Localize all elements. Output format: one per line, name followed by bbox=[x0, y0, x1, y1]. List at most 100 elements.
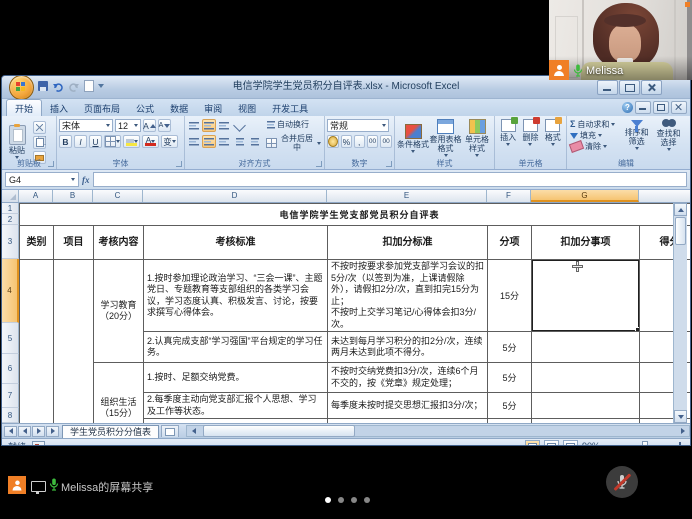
cell-category[interactable] bbox=[20, 260, 54, 424]
scroll-down-icon[interactable] bbox=[674, 410, 687, 423]
insert-function-icon[interactable]: fx bbox=[82, 175, 90, 185]
column-header-g[interactable]: G bbox=[531, 190, 639, 202]
office-button[interactable] bbox=[9, 75, 34, 100]
column-header-a[interactable]: A bbox=[19, 190, 53, 202]
header-criteria[interactable]: 考核标准 bbox=[144, 226, 328, 260]
column-header-b[interactable]: B bbox=[53, 190, 93, 202]
page-dot-3[interactable] bbox=[351, 497, 357, 503]
horizontal-scrollbar[interactable] bbox=[186, 425, 690, 437]
italic-button[interactable]: I bbox=[74, 135, 87, 148]
mute-button[interactable] bbox=[606, 466, 638, 498]
comma-style-button[interactable]: , bbox=[354, 135, 365, 148]
cell-adjust-4[interactable] bbox=[532, 393, 640, 419]
borders-button[interactable] bbox=[104, 135, 121, 148]
percent-button[interactable]: % bbox=[341, 135, 352, 148]
cell-standard-4[interactable]: 每季度未按时提交思想汇报扣3分/次； bbox=[328, 393, 488, 419]
normal-view-button[interactable] bbox=[525, 440, 540, 446]
paste-button[interactable]: 粘贴 bbox=[4, 119, 30, 164]
cell-criteria-3[interactable]: 1.按时、足额交纳党费。 bbox=[144, 363, 328, 393]
close-button[interactable] bbox=[641, 80, 662, 95]
print-preview-icon[interactable] bbox=[84, 80, 94, 92]
h-scroll-left-icon[interactable] bbox=[187, 426, 200, 437]
page-layout-view-button[interactable] bbox=[544, 440, 559, 446]
font-dialog-launcher-icon[interactable] bbox=[176, 161, 182, 167]
zoom-in-icon[interactable] bbox=[676, 442, 684, 446]
header-score[interactable]: 分项 bbox=[488, 226, 532, 260]
cut-icon[interactable] bbox=[33, 121, 46, 134]
number-format-select[interactable]: 常规 bbox=[327, 119, 389, 132]
header-project[interactable]: 项目 bbox=[54, 226, 94, 260]
cell-section-org[interactable]: 组织生活（15分） bbox=[94, 363, 144, 424]
restore-button[interactable] bbox=[619, 80, 640, 95]
tab-insert[interactable]: 插入 bbox=[42, 100, 76, 116]
format-cells-button[interactable]: 格式 bbox=[545, 119, 561, 146]
row-header-1[interactable]: 1 bbox=[2, 203, 19, 214]
customize-qat-icon[interactable] bbox=[98, 84, 104, 88]
row-header-2[interactable]: 2 bbox=[2, 214, 19, 225]
fill-handle[interactable] bbox=[635, 327, 640, 332]
vertical-scroll-thumb[interactable] bbox=[675, 217, 686, 245]
cell-adjust-3[interactable] bbox=[532, 363, 640, 393]
sheet-tab-active[interactable]: 学生党员积分分值表 bbox=[62, 425, 159, 438]
number-dialog-launcher-icon[interactable] bbox=[386, 161, 392, 167]
page-dot-2[interactable] bbox=[338, 497, 344, 503]
format-as-table-button[interactable]: 套用表格格式 bbox=[429, 119, 462, 157]
increase-decimal-button[interactable]: 00 bbox=[367, 135, 379, 148]
autosum-button[interactable]: Σ 自动求和 bbox=[569, 119, 619, 129]
next-sheet-button[interactable] bbox=[32, 426, 45, 437]
header-content[interactable]: 考核内容 bbox=[94, 226, 144, 260]
row-header-5[interactable]: 5 bbox=[2, 323, 19, 354]
tab-page-layout[interactable]: 页面布局 bbox=[76, 100, 128, 116]
clear-button[interactable]: 清除 bbox=[569, 142, 619, 151]
cell-standard-3[interactable]: 不按时交纳党费扣3分/次，连续6个月不交的，按《党章》规定处理； bbox=[328, 363, 488, 393]
zoom-slider[interactable] bbox=[616, 445, 672, 446]
align-center-icon[interactable] bbox=[202, 135, 216, 148]
column-header-f[interactable]: F bbox=[487, 190, 531, 202]
align-left-icon[interactable] bbox=[187, 135, 201, 148]
tab-view[interactable]: 视图 bbox=[230, 100, 264, 116]
conditional-formatting-button[interactable]: 条件格式 bbox=[397, 119, 429, 157]
currency-icon[interactable] bbox=[327, 135, 339, 148]
row-header-3[interactable]: 3 bbox=[2, 225, 19, 259]
cell-standard-2[interactable]: 未达到每月学习积分的扣2分/次，连续两月未达到此项不得分。 bbox=[328, 332, 488, 363]
fill-button[interactable]: 填充 bbox=[569, 131, 619, 140]
cell-styles-button[interactable]: 单元格样式 bbox=[462, 119, 492, 157]
column-header-d[interactable]: D bbox=[143, 190, 327, 202]
formula-input[interactable] bbox=[93, 172, 688, 187]
insert-cells-button[interactable]: 插入 bbox=[500, 119, 516, 146]
workbook-restore-button[interactable] bbox=[653, 101, 669, 114]
wrap-text-button[interactable]: 自动换行 bbox=[265, 120, 322, 129]
insert-sheet-tab[interactable] bbox=[161, 425, 179, 437]
horizontal-scroll-thumb[interactable] bbox=[203, 425, 355, 437]
page-dot-1[interactable] bbox=[325, 497, 331, 503]
column-header-rest[interactable] bbox=[639, 190, 690, 202]
workbook-close-button[interactable] bbox=[671, 101, 687, 114]
vertical-scrollbar[interactable] bbox=[673, 203, 687, 423]
delete-cells-button[interactable]: 删除 bbox=[522, 119, 538, 146]
decrease-indent-icon[interactable] bbox=[232, 135, 246, 148]
first-sheet-button[interactable] bbox=[4, 426, 17, 437]
cell-score-4[interactable]: 5分 bbox=[488, 393, 532, 419]
shrink-font-button[interactable]: A bbox=[158, 119, 171, 132]
find-select-button[interactable]: 查找和选择 bbox=[654, 119, 683, 151]
font-size-select[interactable]: 12 bbox=[115, 119, 141, 132]
select-all-corner[interactable] bbox=[2, 190, 19, 202]
cell-adjust-2[interactable] bbox=[532, 332, 640, 363]
workbook-minimize-button[interactable] bbox=[635, 101, 651, 114]
minimize-button[interactable] bbox=[597, 80, 618, 95]
cell-adjust-5[interactable] bbox=[532, 419, 640, 424]
redo-icon[interactable] bbox=[68, 81, 80, 92]
zoom-slider-thumb[interactable] bbox=[642, 441, 648, 446]
clipboard-dialog-launcher-icon[interactable] bbox=[48, 161, 54, 167]
h-scroll-right-icon[interactable] bbox=[676, 426, 689, 437]
row-header-6[interactable]: 6 bbox=[2, 354, 19, 384]
name-box[interactable]: G4 bbox=[5, 172, 79, 187]
align-top-icon[interactable] bbox=[187, 119, 201, 132]
cell-criteria-1[interactable]: 1.按时参加理论政治学习、“三会一课”、主题党日、专题教育等支部组织的各类学习会… bbox=[144, 260, 328, 332]
fill-color-button[interactable] bbox=[123, 135, 140, 148]
zoom-level[interactable]: 90% bbox=[582, 441, 600, 446]
cell-criteria-2[interactable]: 2.认真完成支部“学习强国”平台规定的学习任务。 bbox=[144, 332, 328, 363]
cell-standard-5[interactable]: 不按时按要求参加支部安排的组织生活会、民主评议此项不得分。 bbox=[328, 419, 488, 424]
cell-score-5[interactable]: 5分 bbox=[488, 419, 532, 424]
bold-button[interactable]: B bbox=[59, 135, 72, 148]
